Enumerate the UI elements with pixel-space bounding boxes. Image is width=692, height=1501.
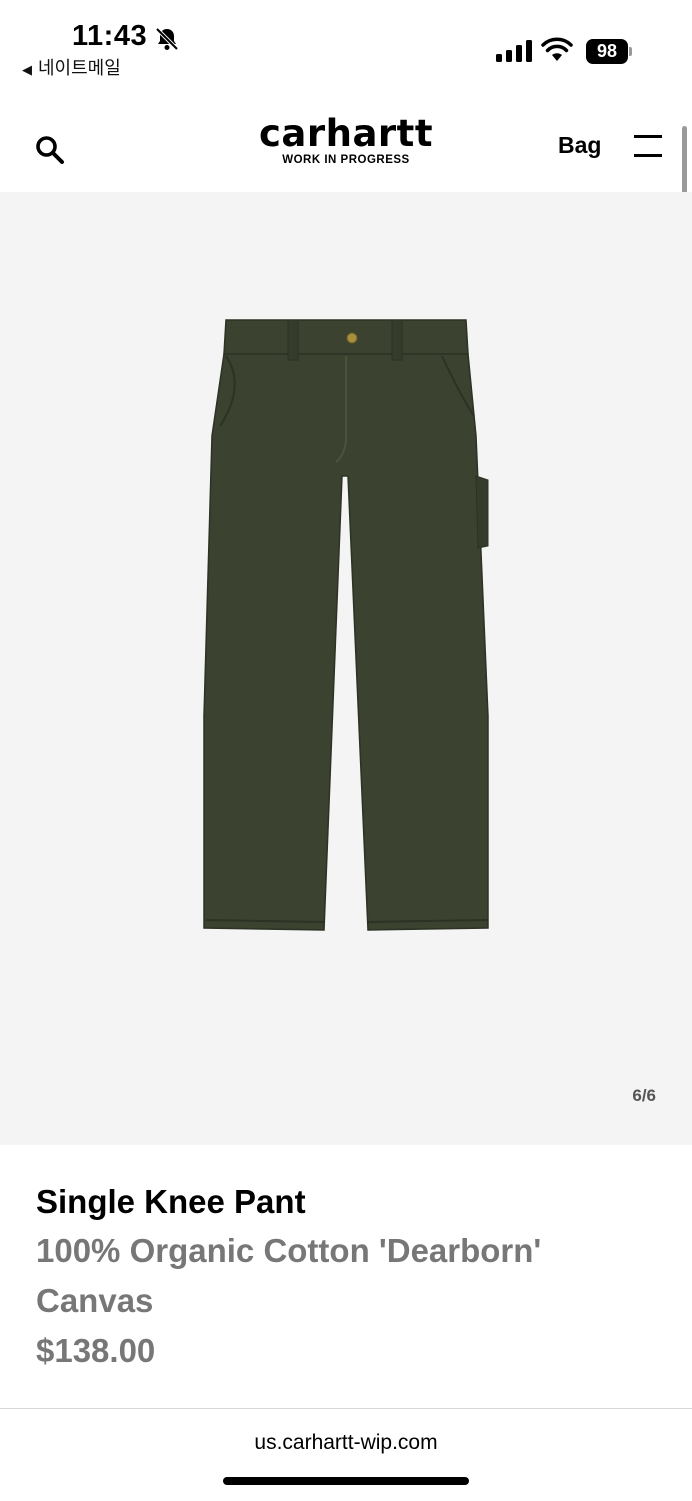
home-indicator[interactable] xyxy=(223,1477,469,1485)
bell-off-icon xyxy=(155,27,179,51)
status-time: 11:43 xyxy=(72,20,148,52)
product-name: Single Knee Pant xyxy=(36,1183,306,1220)
url-text[interactable]: us.carhartt-wip.com xyxy=(0,1431,692,1455)
carhartt-wip-logo[interactable]: carhartt WORK IN PROGRESS xyxy=(236,114,456,176)
battery-level: 98 xyxy=(586,39,628,64)
logo-tagline: WORK IN PROGRESS xyxy=(282,154,410,166)
site-header: carhartt WORK IN PROGRESS Bag xyxy=(0,92,692,192)
product-info: Single Knee Pant 100% Organic Cotton 'De… xyxy=(36,1178,656,1376)
battery-icon: 98 xyxy=(586,39,632,64)
product-material: 100% Organic Cotton 'Dearborn' Canvas xyxy=(36,1232,542,1319)
product-gallery[interactable]: 6/6 xyxy=(0,192,692,1145)
pant-image xyxy=(203,319,489,931)
wifi-icon xyxy=(541,37,573,61)
gallery-counter: 6/6 xyxy=(632,1086,656,1105)
bag-link[interactable]: Bag xyxy=(558,132,601,159)
menu-icon[interactable] xyxy=(634,134,662,160)
browser-url-bar[interactable]: us.carhartt-wip.com xyxy=(0,1408,692,1501)
logo-wordmark: carhartt xyxy=(258,112,434,155)
back-app-label: 네이트메일 xyxy=(38,58,121,78)
status-bar: 11:43 ◀ 네이트메일 98 xyxy=(0,0,692,92)
back-to-app-link[interactable]: ◀ 네이트메일 xyxy=(22,54,121,80)
back-arrow-icon: ◀ xyxy=(22,62,32,77)
search-icon[interactable] xyxy=(34,134,66,166)
product-price: $138.00 xyxy=(36,1332,156,1369)
signal-icon xyxy=(496,40,532,62)
